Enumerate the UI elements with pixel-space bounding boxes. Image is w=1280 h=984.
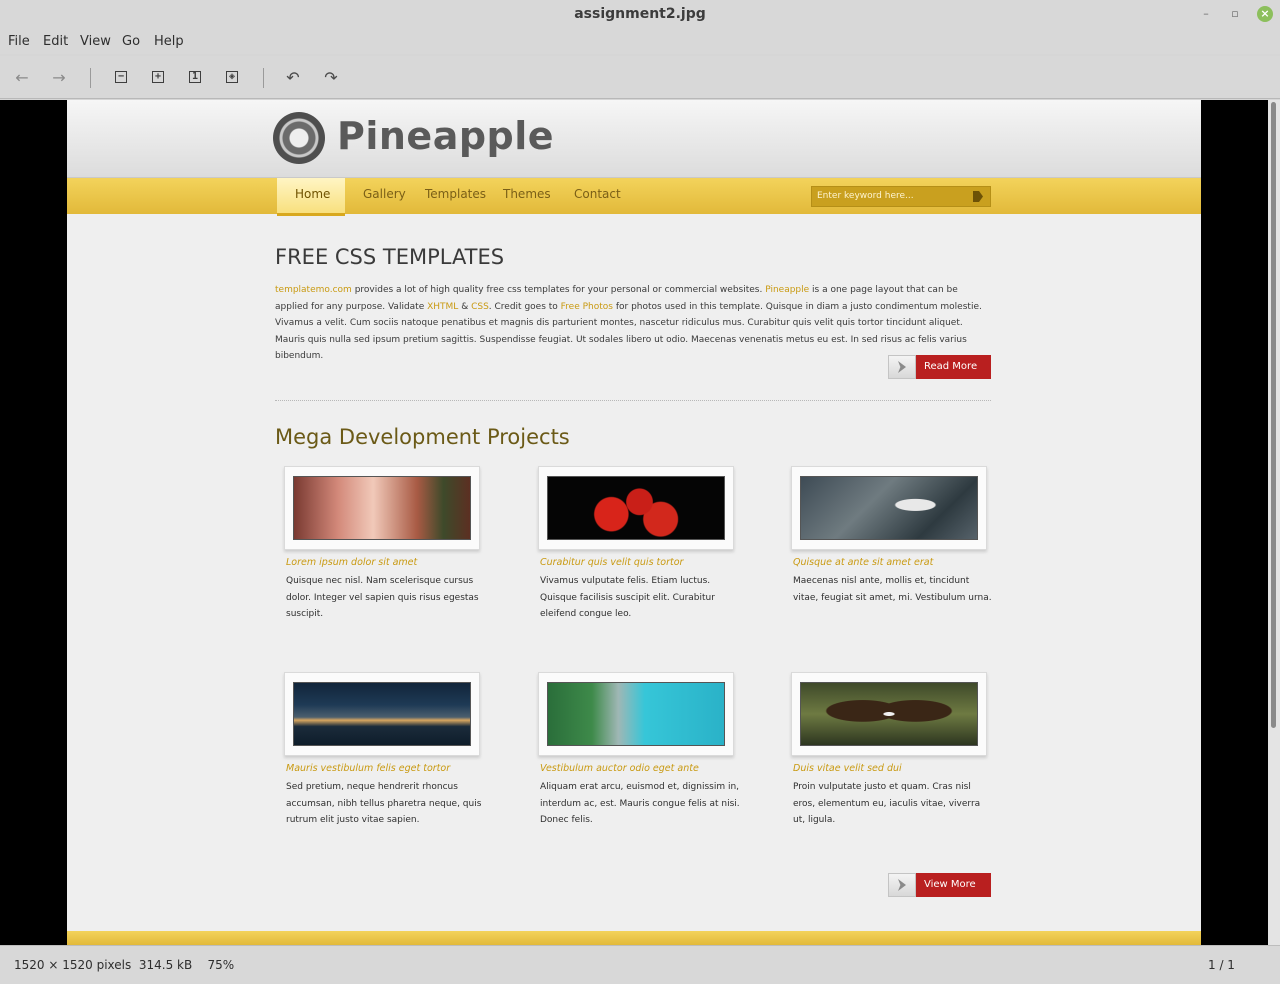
- section-divider: [275, 400, 991, 401]
- menu-file[interactable]: File: [8, 34, 30, 49]
- project-thumbnail-frame: [284, 672, 480, 756]
- rotate-right-icon[interactable]: ↷: [320, 66, 342, 88]
- project-thumbnail-frame: [791, 672, 987, 756]
- project-thumbnail-frame: [791, 466, 987, 550]
- rotate-left-icon[interactable]: ↶: [282, 66, 304, 88]
- nav-item-home: Home: [277, 178, 345, 216]
- intro-link: XHTML: [427, 301, 459, 312]
- page-heading: FREE CSS TEMPLATES: [275, 245, 505, 269]
- intro-link: CSS: [471, 301, 489, 312]
- project-thumbnail-frame: [538, 466, 734, 550]
- site-search-placeholder: Enter keyword here...: [817, 191, 914, 201]
- maximize-icon[interactable]: ▫: [1227, 6, 1243, 22]
- scrollbar-thumb[interactable]: [1271, 102, 1276, 728]
- project-photo-apples: [547, 476, 725, 540]
- zoom-fit-button[interactable]: ◈: [221, 66, 243, 88]
- toolbar-separator: [90, 68, 91, 88]
- intro-text: provides a lot of high quality free css …: [351, 285, 766, 295]
- menu-go[interactable]: Go: [122, 34, 140, 49]
- site-search-arrow-icon: [973, 191, 983, 202]
- project-description: Quisque nec nisl. Nam scelerisque cursus…: [286, 576, 479, 619]
- site-search-box: Enter keyword here...: [811, 186, 991, 207]
- page-indicator: 1 / 1: [1208, 958, 1235, 972]
- project-description: Vivamus vulputate felis. Etiam luctus. Q…: [540, 576, 715, 619]
- project-title: Quisque at ante sit amet erat: [793, 557, 934, 568]
- file-size: 314.5 kB: [138, 958, 193, 972]
- menu-edit[interactable]: Edit: [43, 34, 68, 49]
- project-photo-rocks: [800, 476, 978, 540]
- logo-icon: [273, 112, 325, 164]
- project-photo-city: [293, 682, 471, 746]
- minimize-icon[interactable]: –: [1198, 6, 1214, 22]
- site-header: Pineapple: [67, 100, 1201, 178]
- site-nav: Home Gallery Templates Themes Contact En…: [67, 178, 1201, 216]
- displayed-image: Pineapple Home Gallery Templates Themes …: [67, 100, 1201, 945]
- title-bar: assignment2.jpg – ▫ ×: [0, 0, 1280, 30]
- intro-link: Free Photos: [560, 301, 613, 312]
- zoom-in-button[interactable]: +: [147, 66, 169, 88]
- status-bar: 1520 × 1520 pixels 314.5 kB 75% 1 / 1: [0, 945, 1280, 984]
- intro-text: &: [458, 301, 472, 312]
- zoom-fit-icon: ◈: [226, 71, 238, 83]
- nav-item-themes: Themes: [503, 187, 551, 201]
- menu-bar: File Edit View Go Help: [0, 30, 1280, 54]
- back-arrow-icon[interactable]: ←: [11, 66, 33, 88]
- project-title: Duis vitae velit sed dui: [793, 763, 902, 774]
- intro-text: . Credit goes to: [488, 301, 561, 312]
- project-thumbnail-frame: [284, 466, 480, 550]
- project-description: Sed pretium, neque hendrerit rhoncus acc…: [286, 782, 482, 825]
- toolbar: ← → − + 1 ◈ ↶ ↷: [0, 56, 1280, 99]
- project-title: Mauris vestibulum felis eget tortor: [286, 763, 451, 774]
- window-title: assignment2.jpg: [574, 6, 706, 22]
- zoom-out-icon: −: [115, 71, 127, 83]
- zoom-normal-icon: 1: [189, 71, 201, 83]
- intro-paragraph: templatemo.com provides a lot of high qu…: [275, 282, 991, 365]
- project-photo-butterfly: [800, 682, 978, 746]
- image-canvas[interactable]: Pineapple Home Gallery Templates Themes …: [0, 100, 1280, 945]
- site-footer-bar: [67, 931, 1201, 945]
- image-dimensions: 1520 × 1520 pixels: [14, 958, 132, 972]
- menu-view[interactable]: View: [80, 34, 111, 49]
- read-more-label: Read More: [916, 355, 991, 379]
- vertical-scrollbar[interactable]: [1268, 100, 1280, 945]
- site-logo-text: Pineapple: [337, 114, 555, 158]
- project-description: Proin vulputate justo et quam. Cras nisl…: [793, 782, 981, 825]
- nav-item-contact: Contact: [574, 187, 621, 201]
- nav-item-templates: Templates: [425, 187, 487, 201]
- intro-link: Pineapple: [765, 285, 810, 295]
- toolbar-separator: [263, 68, 264, 88]
- project-thumbnail-frame: [538, 672, 734, 756]
- project-title: Lorem ipsum dolor sit amet: [286, 557, 418, 568]
- close-icon[interactable]: ×: [1257, 6, 1273, 22]
- zoom-level: 75%: [207, 958, 235, 972]
- menu-help[interactable]: Help: [154, 34, 184, 49]
- zoom-in-icon: +: [152, 71, 164, 83]
- view-more-label: View More: [916, 873, 991, 897]
- image-info: 1520 × 1520 pixels 314.5 kB 75%: [14, 958, 234, 972]
- chevron-right-icon: [888, 873, 916, 897]
- project-description: Aliquam erat arcu, euismod et, dignissim…: [540, 782, 740, 825]
- project-description: Maecenas nisl ante, mollis et, tincidunt…: [793, 576, 992, 603]
- nav-home-label: Home: [295, 187, 331, 201]
- chevron-right-icon: [888, 355, 916, 379]
- zoom-out-button[interactable]: −: [110, 66, 132, 88]
- nav-item-gallery: Gallery: [363, 187, 406, 201]
- intro-link: templatemo.com: [275, 285, 352, 295]
- project-photo-coast: [547, 682, 725, 746]
- project-title: Curabitur quis velit quis tortor: [540, 557, 684, 568]
- zoom-normal-button[interactable]: 1: [184, 66, 206, 88]
- projects-heading: Mega Development Projects: [275, 425, 570, 449]
- project-photo-interior: [293, 476, 471, 540]
- forward-arrow-icon[interactable]: →: [48, 66, 70, 88]
- project-title: Vestibulum auctor odio eget ante: [540, 763, 699, 774]
